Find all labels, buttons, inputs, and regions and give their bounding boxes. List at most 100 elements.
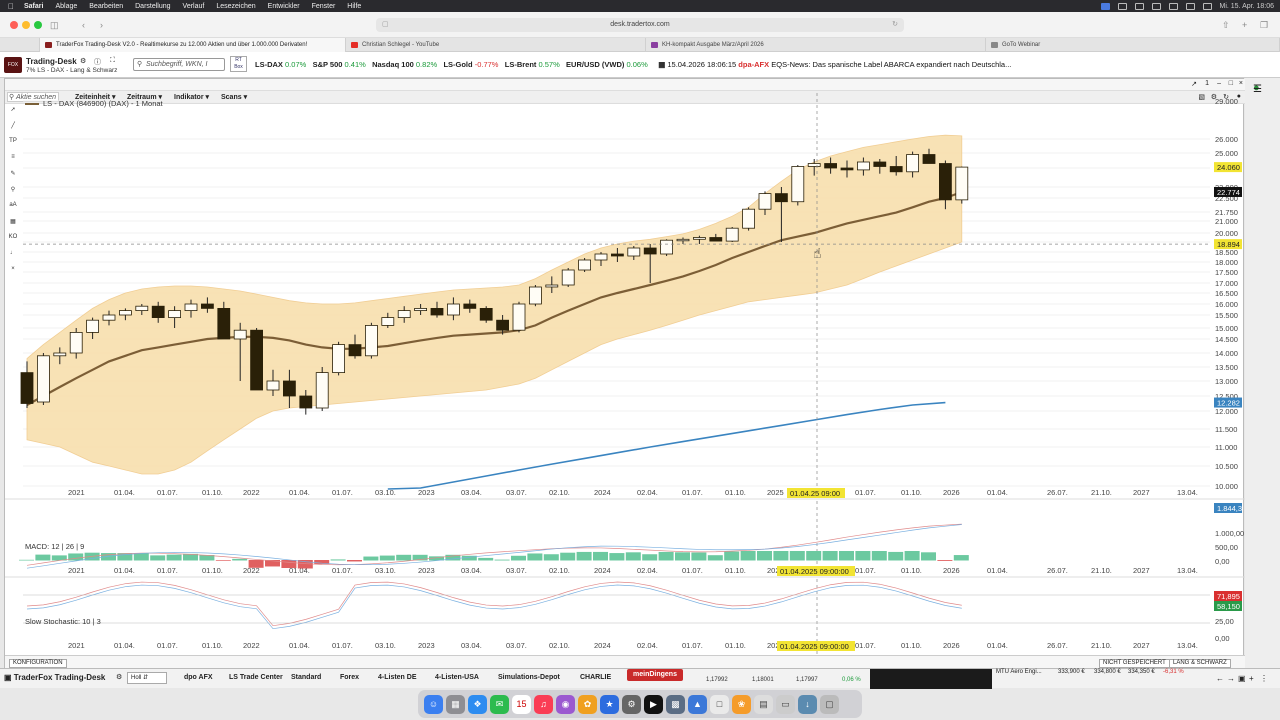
- menu-hilfe[interactable]: Hilfe: [347, 3, 361, 10]
- candle-up: [315, 372, 329, 409]
- tab-overview-icon[interactable]: ❐: [1260, 20, 1268, 31]
- news-headline[interactable]: EQS-News: Das spanische Label ABARCA exp…: [771, 60, 1011, 69]
- mein-dingens-button[interactable]: meinDingens: [627, 669, 683, 681]
- menubar-clock[interactable]: Mi. 15. Apr. 18:06: [1220, 3, 1274, 10]
- tab-charlie[interactable]: CHARLIE: [580, 674, 611, 681]
- tab-youtube[interactable]: Christian Schlegel - YouTube: [346, 38, 646, 52]
- appstore-icon[interactable]: ★: [600, 694, 619, 714]
- fullscreen-icon[interactable]: ⛶: [110, 57, 115, 65]
- x-tick-label: 01.07.: [332, 641, 353, 650]
- mtu-ask: 334,800 €: [1094, 669, 1121, 675]
- privacy-shield-icon[interactable]: ▢: [382, 18, 389, 32]
- ticker-eurusd[interactable]: EUR/USD (VWD): [566, 60, 624, 69]
- address-bar[interactable]: ▢ desk.tradertox.com ↻: [376, 18, 904, 32]
- music-icon[interactable]: ♫: [534, 694, 553, 714]
- share-icon[interactable]: ⇧: [1222, 20, 1230, 31]
- candle-up: [955, 166, 969, 201]
- settings-gear-icon[interactable]: ⚙: [116, 673, 122, 681]
- bluetooth-icon[interactable]: [1134, 2, 1144, 10]
- hold-select[interactable]: Holl ⇵: [127, 672, 167, 684]
- nav-right-icon[interactable]: →: [1227, 674, 1235, 683]
- finder-icon[interactable]: ☺: [424, 694, 443, 714]
- launchpad-icon[interactable]: ▦: [446, 694, 465, 714]
- files-icon[interactable]: ▤: [754, 694, 773, 714]
- settings-icon[interactable]: ⚙: [622, 694, 641, 714]
- lock-icon[interactable]: ▣: [1238, 674, 1246, 683]
- calendar-icon[interactable]: 15: [512, 694, 531, 714]
- control-center-icon[interactable]: [1202, 2, 1212, 10]
- help-icon[interactable]: ⓘ: [94, 57, 101, 67]
- tab-kh-kompakt[interactable]: KH-kompakt Ausgabe März/April 2026: [646, 38, 986, 52]
- tab-traderfox[interactable]: TraderFox Trading-Desk V2.0 - Realtimeku…: [40, 38, 346, 52]
- search-input[interactable]: ⚲ Suchbegriff, WKN, I: [133, 58, 225, 71]
- downloads-icon[interactable]: ↓: [798, 694, 817, 714]
- screenshot-icon[interactable]: ▩: [666, 694, 685, 714]
- add-icon[interactable]: +: [1249, 674, 1254, 683]
- app-brand[interactable]: ▣ TraderFox Trading-Desk: [4, 673, 105, 682]
- battery-icon[interactable]: [1185, 2, 1195, 10]
- x-tick-label: 01.10.: [202, 566, 223, 575]
- ticker-nasdaq100-change: 0.82%: [415, 60, 438, 69]
- menu-darstellung[interactable]: Darstellung: [135, 3, 170, 10]
- ticker-ls-dax[interactable]: LS-DAX: [255, 60, 283, 69]
- window-zoom-button[interactable]: [34, 21, 42, 29]
- ticker-nasdaq100[interactable]: Nasdaq 100: [372, 60, 414, 69]
- hamburger-menu-icon[interactable]: ☰: [1253, 84, 1262, 95]
- ticker-ls-brent[interactable]: LS-Brent: [505, 60, 537, 69]
- tab-goto-webinar[interactable]: GoTo Webinar: [986, 38, 1280, 52]
- tab-4-listen-usa[interactable]: 4-Listen-USA: [435, 674, 479, 681]
- ticker-sp500[interactable]: S&P 500: [313, 60, 343, 69]
- tab-dpa-afx[interactable]: dpo AFX: [184, 674, 213, 681]
- macd-bar-positive: [363, 556, 379, 561]
- menu-entwickler[interactable]: Entwickler: [268, 3, 300, 10]
- lang-schwarz-button[interactable]: LANG & SCHWARZ: [1169, 659, 1231, 668]
- tab-standard[interactable]: Standard: [291, 674, 321, 681]
- menu-bearbeiten[interactable]: Bearbeiten: [89, 3, 123, 10]
- x-tick-label: 01.10.: [725, 641, 746, 650]
- reload-icon[interactable]: ↻: [892, 18, 898, 32]
- tab-trade-center[interactable]: LS Trade Center: [229, 674, 283, 681]
- window-close-button[interactable]: [10, 21, 18, 29]
- config-button[interactable]: KONFIGURATION: [9, 659, 67, 668]
- display-icon[interactable]: [1117, 2, 1127, 10]
- back-icon[interactable]: ‹: [82, 20, 85, 30]
- messages-icon[interactable]: ✉: [490, 694, 509, 714]
- vlc-icon[interactable]: ❀: [732, 694, 751, 714]
- tab-pinned[interactable]: [0, 38, 40, 52]
- nav-left-icon[interactable]: ←: [1216, 674, 1224, 683]
- screen-share-icon[interactable]: [1100, 2, 1110, 10]
- menu-ablage[interactable]: Ablage: [55, 3, 77, 10]
- keynote-icon[interactable]: ▲: [688, 694, 707, 714]
- menu-app-name[interactable]: Safari: [24, 3, 43, 10]
- safari-icon[interactable]: ❖: [468, 694, 487, 714]
- candle-down: [348, 344, 362, 357]
- more-icon[interactable]: ⋮: [1260, 674, 1268, 683]
- tab-simulations-depot[interactable]: Simulations-Depot: [498, 674, 560, 681]
- rt-box-button[interactable]: RT Box: [230, 56, 247, 72]
- folder-icon[interactable]: ▭: [776, 694, 795, 714]
- forward-icon[interactable]: ›: [100, 20, 103, 30]
- settings-gear-icon[interactable]: ⚙: [80, 57, 86, 65]
- menu-verlauf[interactable]: Verlauf: [183, 3, 205, 10]
- volume-icon[interactable]: [1151, 2, 1161, 10]
- trash-icon[interactable]: ▢: [820, 694, 839, 714]
- apple-icon[interactable]: : [8, 2, 14, 11]
- menu-fenster[interactable]: Fenster: [312, 3, 336, 10]
- not-saved-button[interactable]: NICHT GESPEICHERT: [1099, 659, 1170, 668]
- photos-icon[interactable]: ✿: [578, 694, 597, 714]
- x-tick-label: 01.10.: [202, 488, 223, 497]
- tab-4-listen-de[interactable]: 4-Listen DE: [378, 674, 417, 681]
- remote-icon[interactable]: ▶: [644, 694, 663, 714]
- mtu-name[interactable]: MTU Aero Engi...: [996, 669, 1042, 675]
- podcasts-icon[interactable]: ◉: [556, 694, 575, 714]
- ticker-ls-gold[interactable]: LS-Gold: [443, 60, 472, 69]
- wifi-icon[interactable]: [1168, 2, 1178, 10]
- price-chart[interactable]: 10.00010.50011.00011.50012.00012.50013.0…: [5, 79, 1245, 669]
- macd-signal-line: [26, 524, 962, 569]
- tab-forex[interactable]: Forex: [340, 674, 359, 681]
- new-tab-icon[interactable]: +: [1242, 20, 1247, 30]
- preview-icon[interactable]: □: [710, 694, 729, 714]
- sidebar-toggle-icon[interactable]: ◫: [50, 20, 59, 31]
- window-minimize-button[interactable]: [22, 21, 30, 29]
- menu-lesezeichen[interactable]: Lesezeichen: [216, 3, 255, 10]
